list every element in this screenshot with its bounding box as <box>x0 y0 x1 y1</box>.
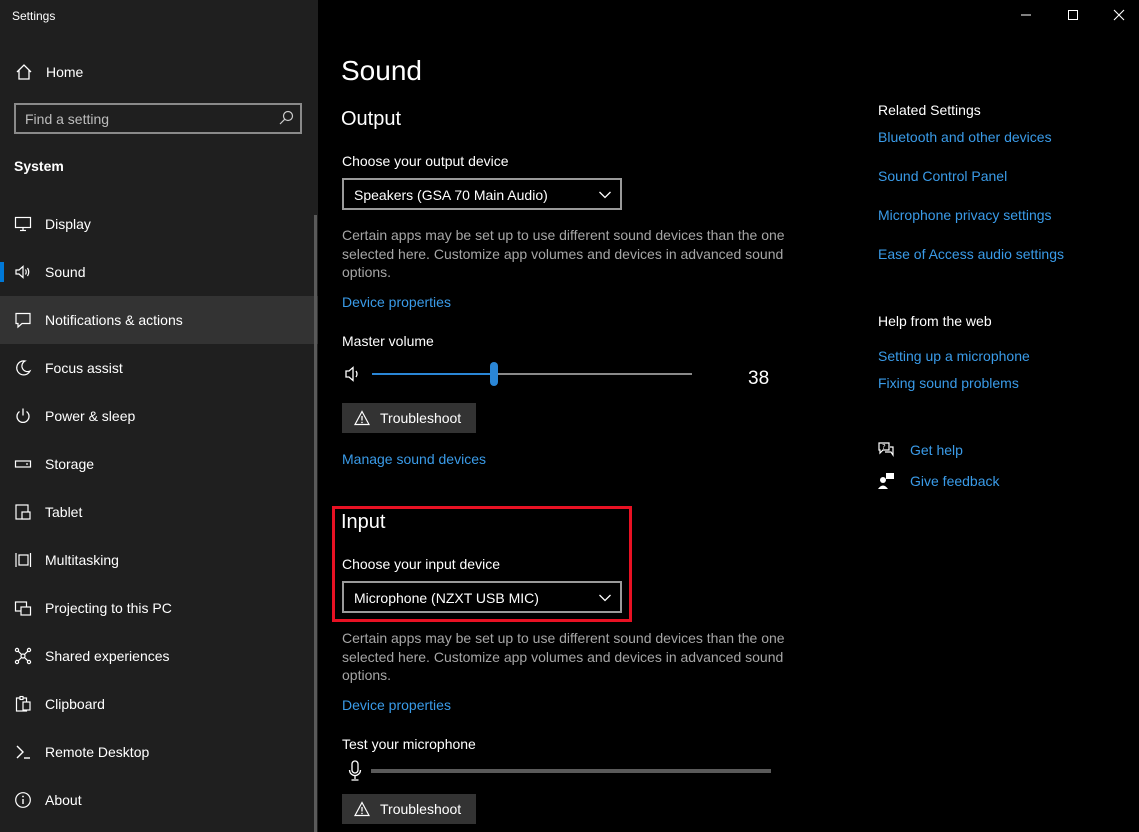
sidebar-item-label: Notifications & actions <box>45 312 183 328</box>
section-heading: System <box>14 158 64 174</box>
projecting-icon <box>14 601 32 616</box>
sidebar-item-clipboard[interactable]: Clipboard <box>0 680 318 728</box>
remote-desktop-icon <box>16 745 30 759</box>
svg-text:?: ? <box>882 443 886 451</box>
info-icon <box>15 792 31 808</box>
sidebar-item-label: Tablet <box>45 504 83 520</box>
slider-fill <box>372 373 494 375</box>
sidebar-item-shared-experiences[interactable]: Shared experiences <box>0 632 318 680</box>
sidebar: Settings Home System Display Sound Notif… <box>0 0 318 832</box>
master-volume-slider[interactable] <box>372 362 692 388</box>
sidebar-item-label: Multitasking <box>45 552 119 568</box>
output-device-properties-link[interactable]: Device properties <box>342 294 451 310</box>
input-troubleshoot-button[interactable]: Troubleshoot <box>342 794 476 824</box>
sidebar-item-label: Clipboard <box>45 696 105 712</box>
get-help-icon: ? <box>878 442 894 457</box>
search-box[interactable] <box>14 103 302 134</box>
warning-icon <box>354 410 370 426</box>
help-heading: Help from the web <box>878 313 992 329</box>
get-help-link[interactable]: Get help <box>910 442 963 458</box>
microphone-level-meter <box>371 769 771 773</box>
selection-indicator <box>0 262 4 282</box>
sidebar-item-label: Display <box>45 216 91 232</box>
sidebar-item-label: Focus assist <box>45 360 123 376</box>
chevron-down-icon <box>599 594 611 602</box>
maximize-icon[interactable] <box>1062 4 1084 26</box>
nav-list: Display Sound Notifications & actions Fo… <box>0 200 318 824</box>
sidebar-item-remote-desktop[interactable]: Remote Desktop <box>0 728 318 776</box>
related-link-bluetooth[interactable]: Bluetooth and other devices <box>878 129 1052 145</box>
home-label: Home <box>46 64 84 80</box>
input-heading: Input <box>341 511 386 533</box>
output-description: Certain apps may be set up to use differ… <box>342 227 785 280</box>
sidebar-item-display[interactable]: Display <box>0 200 318 248</box>
power-icon <box>16 408 30 423</box>
sidebar-item-sound[interactable]: Sound <box>0 248 318 296</box>
volume-speaker-icon[interactable] <box>344 365 364 383</box>
sidebar-item-storage[interactable]: Storage <box>0 440 318 488</box>
moon-icon <box>16 360 32 376</box>
output-device-label: Choose your output device <box>342 153 509 169</box>
chevron-down-icon <box>599 191 611 199</box>
search-input[interactable] <box>25 109 275 128</box>
output-heading: Output <box>341 108 402 130</box>
close-icon[interactable] <box>1108 4 1130 26</box>
page-title: Sound <box>341 55 422 86</box>
sidebar-item-label: Power & sleep <box>45 408 136 424</box>
main-pane: Sound Output Choose your output device S… <box>318 0 1139 832</box>
sidebar-item-label: Storage <box>45 456 95 472</box>
input-device-label: Choose your input device <box>342 556 500 572</box>
sidebar-item-notifications[interactable]: Notifications & actions <box>0 296 318 344</box>
input-description: Certain apps may be set up to use differ… <box>342 630 785 683</box>
help-link-setting-up-microphone[interactable]: Setting up a microphone <box>878 348 1030 364</box>
sidebar-item-about[interactable]: About <box>0 776 318 824</box>
search-icon <box>279 110 294 125</box>
output-troubleshoot-button[interactable]: Troubleshoot <box>342 403 476 433</box>
sidebar-item-power[interactable]: Power & sleep <box>0 392 318 440</box>
display-icon <box>14 216 32 232</box>
give-feedback-link[interactable]: Give feedback <box>910 473 1000 489</box>
microphone-icon <box>348 760 362 781</box>
troubleshoot-label: Troubleshoot <box>380 801 462 817</box>
output-device-dropdown[interactable]: Speakers (GSA 70 Main Audio) <box>342 178 622 210</box>
input-device-dropdown[interactable]: Microphone (NZXT USB MIC) <box>342 581 622 613</box>
sidebar-item-label: Sound <box>45 264 86 280</box>
notification-icon <box>15 312 31 329</box>
feedback-icon <box>878 473 894 489</box>
window-title: Settings <box>12 9 56 23</box>
storage-icon <box>14 460 32 468</box>
help-link-fixing-sound[interactable]: Fixing sound problems <box>878 375 1019 391</box>
multitasking-icon <box>15 553 32 567</box>
sidebar-scrollbar[interactable] <box>314 215 317 832</box>
sidebar-item-label: About <box>45 792 82 808</box>
sidebar-item-focus-assist[interactable]: Focus assist <box>0 344 318 392</box>
sidebar-item-label: Shared experiences <box>45 648 170 664</box>
test-microphone-label: Test your microphone <box>342 736 476 752</box>
related-link-ease-of-access-audio[interactable]: Ease of Access audio settings <box>878 246 1064 262</box>
home-icon <box>16 64 32 80</box>
related-link-microphone-privacy[interactable]: Microphone privacy settings <box>878 207 1052 223</box>
related-settings-heading: Related Settings <box>878 102 981 118</box>
sidebar-item-tablet[interactable]: Tablet <box>0 488 318 536</box>
master-volume-value: 38 <box>748 368 770 389</box>
troubleshoot-label: Troubleshoot <box>380 410 462 426</box>
minimize-icon[interactable] <box>1015 4 1037 26</box>
sidebar-item-multitasking[interactable]: Multitasking <box>0 536 318 584</box>
shared-icon <box>14 647 32 665</box>
speaker-icon <box>15 265 30 279</box>
sidebar-item-projecting[interactable]: Projecting to this PC <box>0 584 318 632</box>
sidebar-item-label: Remote Desktop <box>45 744 150 760</box>
master-volume-label: Master volume <box>342 333 434 349</box>
sidebar-item-label: Projecting to this PC <box>45 600 172 616</box>
warning-icon <box>354 801 370 817</box>
clipboard-icon <box>15 695 31 712</box>
tablet-icon <box>15 504 31 520</box>
manage-sound-devices-link[interactable]: Manage sound devices <box>342 451 486 467</box>
home-link[interactable]: Home <box>0 52 318 92</box>
related-link-sound-control-panel[interactable]: Sound Control Panel <box>878 168 1007 184</box>
input-device-properties-link[interactable]: Device properties <box>342 697 451 713</box>
output-device-value: Speakers (GSA 70 Main Audio) <box>354 187 548 203</box>
slider-thumb[interactable] <box>490 362 498 386</box>
input-device-value: Microphone (NZXT USB MIC) <box>354 590 539 606</box>
